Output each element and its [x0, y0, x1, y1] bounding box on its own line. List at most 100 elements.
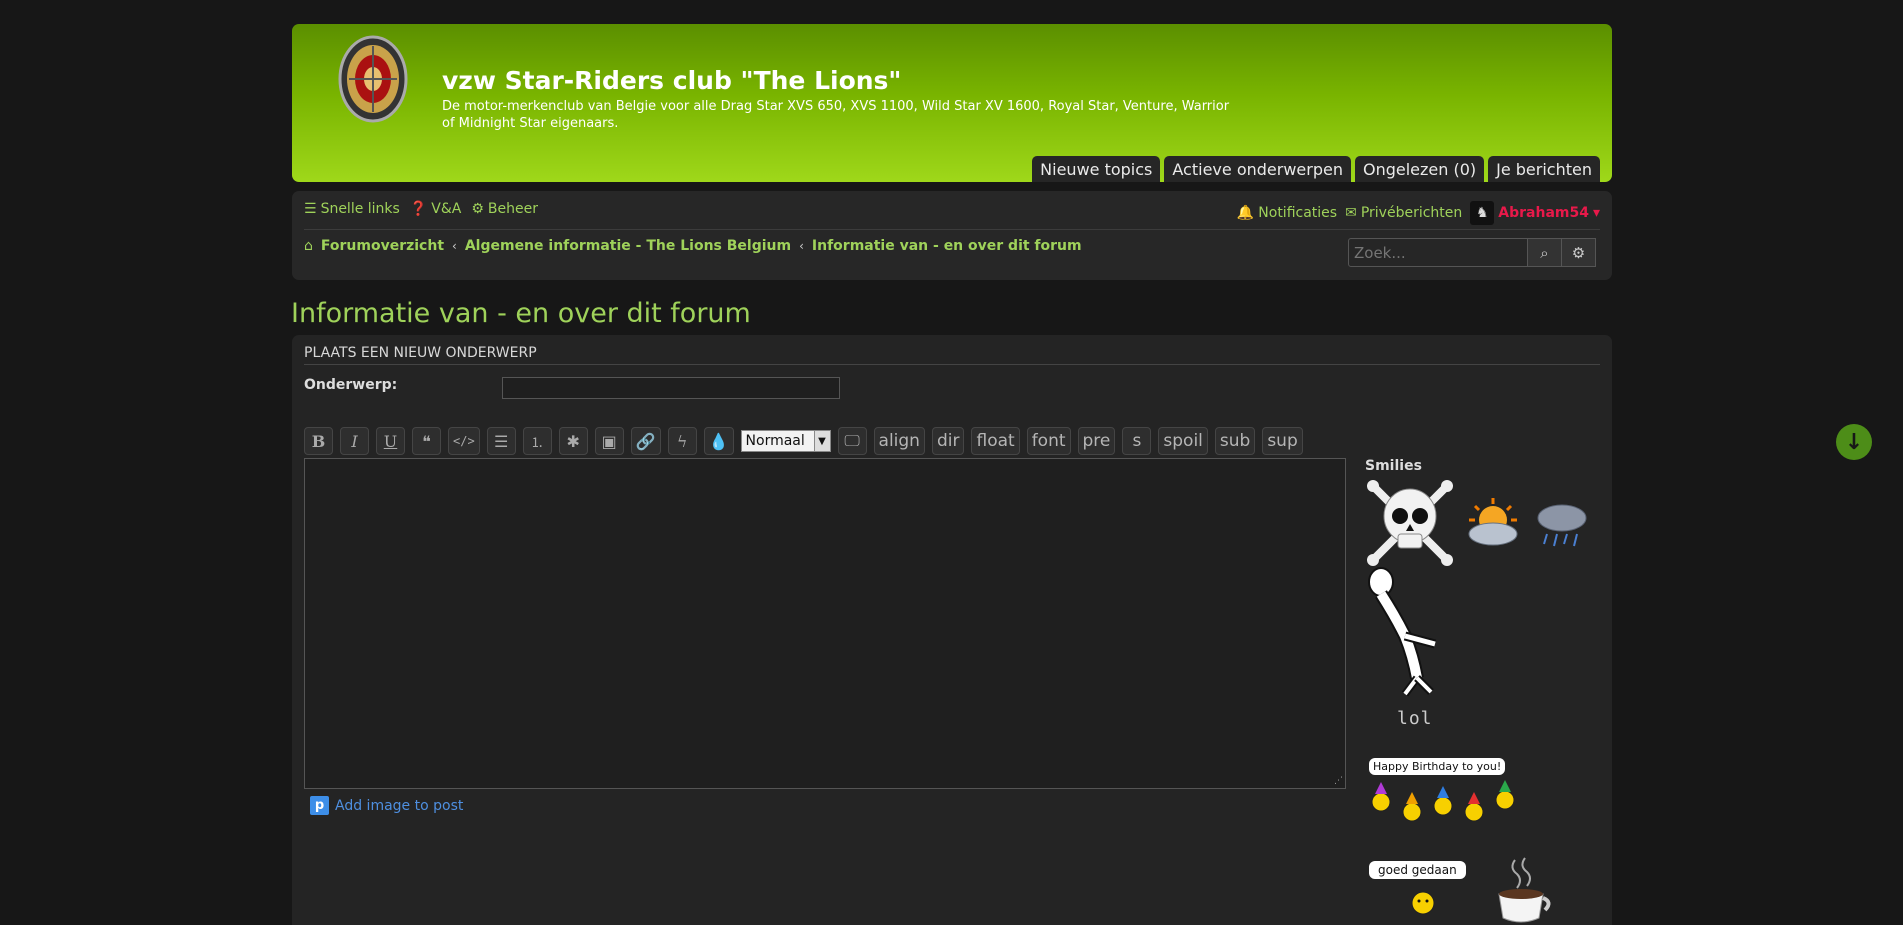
image-button[interactable]: ▣	[594, 427, 624, 455]
droplet-icon: 💧	[708, 431, 729, 451]
private-messages-link[interactable]: ✉ Privéberichten	[1345, 205, 1462, 221]
code-icon: </>	[453, 434, 475, 448]
font-size-value: Normaal	[745, 433, 805, 449]
user-menu[interactable]: ♞ Abraham54 ▾	[1470, 201, 1600, 225]
nav-top-row: ☰ Snelle links ❓ V&A ⚙ Beheer 🔔 Notifica…	[304, 201, 1600, 230]
image-icon: ▣	[601, 431, 617, 451]
gear-icon: ⚙	[1571, 243, 1586, 262]
search-input[interactable]	[1348, 238, 1528, 267]
rain-cloud-smiley-icon[interactable]	[1535, 500, 1589, 554]
post-form-heading: PLAATS EEN NIEUW ONDERWERP	[304, 345, 1600, 365]
resize-grip-icon[interactable]: ⋰	[1334, 776, 1343, 786]
link-button[interactable]: 🔗	[630, 427, 661, 455]
bbcode-align-button[interactable]: align	[873, 427, 925, 455]
bbcode-sup-button[interactable]: sup	[1262, 427, 1303, 455]
bbcode-pre-button[interactable]: pre	[1077, 427, 1116, 455]
quick-tabs: Nieuwe topics Actieve onderwerpen Ongele…	[1032, 156, 1600, 182]
bold-icon: B	[311, 431, 326, 451]
list-item-button[interactable]: ✱	[558, 427, 588, 455]
avatar: ♞	[1470, 201, 1495, 225]
search-icon: ⌕	[1540, 243, 1549, 262]
link-icon: 🔗	[635, 431, 656, 451]
code-button[interactable]: </>	[448, 427, 480, 455]
site-logo[interactable]	[337, 34, 409, 124]
font-size-select[interactable]: Normaal ▼	[740, 430, 831, 452]
faq-link[interactable]: ❓ V&A	[410, 201, 462, 217]
italic-icon: I	[351, 431, 358, 451]
post-form-panel: PLAATS EEN NIEUW ONDERWERP Onderwerp: B …	[292, 335, 1612, 925]
underline-icon: U	[383, 431, 398, 451]
bolt-icon: ϟ	[676, 431, 688, 451]
bbcode-dir-button[interactable]: dir	[931, 427, 965, 455]
search-box: ⌕ ⚙	[1348, 238, 1596, 267]
arrow-down-icon: ↓	[1844, 429, 1864, 455]
italic-button[interactable]: I	[340, 427, 369, 455]
search-button[interactable]: ⌕	[1528, 238, 1562, 267]
navbar: ☰ Snelle links ❓ V&A ⚙ Beheer 🔔 Notifica…	[292, 191, 1612, 280]
smilies-box: Smilies lol Happy Birthday to you! goed …	[1365, 458, 1605, 923]
good-job-speech-bubble: goed gedaan	[1369, 861, 1466, 879]
happy-birthday-smiley-icon[interactable]: Happy Birthday to you!	[1369, 758, 1519, 834]
flash-button[interactable]: ϟ	[667, 427, 697, 455]
caret-down-icon: ▾	[1592, 205, 1600, 221]
add-image-label: Add image to post	[335, 797, 464, 814]
tab-unread[interactable]: Ongelezen (0)	[1354, 156, 1485, 182]
list-icon: ☰	[494, 431, 509, 451]
notifications-label: Notificaties	[1258, 205, 1338, 221]
message-textarea[interactable]: ⋰	[304, 458, 1346, 789]
preview-button[interactable]: 🖵	[837, 427, 867, 455]
list-button[interactable]: ☰	[486, 427, 516, 455]
quick-links-menu[interactable]: ☰ Snelle links	[304, 201, 400, 217]
admin-link[interactable]: ⚙ Beheer	[471, 201, 538, 217]
advanced-search-button[interactable]: ⚙	[1562, 238, 1596, 267]
chevron-down-icon: ▼	[813, 431, 830, 451]
subject-input[interactable]	[502, 377, 840, 399]
gears-icon: ⚙	[471, 201, 484, 217]
bell-icon: 🔔	[1236, 205, 1255, 221]
coffee-cup-smiley-icon[interactable]	[1489, 856, 1553, 925]
tab-active-topics[interactable]: Actieve onderwerpen	[1164, 156, 1351, 182]
bbcode-sub-button[interactable]: sub	[1214, 427, 1256, 455]
breadcrumb-forum[interactable]: Informatie van - en over dit forum	[812, 238, 1082, 254]
chevron-left-icon: ‹	[452, 239, 457, 253]
scroll-down-button[interactable]: ↓	[1836, 424, 1872, 460]
postimage-icon: p	[310, 796, 329, 815]
breadcrumb: ⌂ Forumoverzicht ‹ Algemene informatie -…	[304, 238, 1082, 254]
breadcrumb-category[interactable]: Algemene informatie - The Lions Belgium	[465, 238, 791, 254]
bbcode-spoil-button[interactable]: spoil	[1158, 427, 1208, 455]
bbcode-toolbar: B I U ❝ </> ☰ ⒈ ✱ ▣ 🔗 ϟ 💧 Normaal ▼ 🖵 al…	[304, 427, 1303, 455]
sun-cloud-smiley-icon[interactable]	[1465, 496, 1521, 552]
tab-your-posts[interactable]: Je berichten	[1488, 156, 1600, 182]
site-header: vzw Star-Riders club "The Lions" De moto…	[292, 24, 1612, 182]
dancing-figure-smiley-icon[interactable]	[1365, 566, 1445, 702]
home-icon[interactable]: ⌂	[304, 238, 313, 254]
bbcode-font-button[interactable]: font	[1026, 427, 1071, 455]
good-job-smiley-icon[interactable]: goed gedaan	[1369, 861, 1479, 925]
monitor-icon: 🖵	[844, 431, 860, 450]
quote-icon: ❝	[422, 431, 431, 451]
ordered-list-button[interactable]: ⒈	[522, 427, 552, 455]
private-messages-label: Privéberichten	[1360, 205, 1463, 221]
subject-label: Onderwerp:	[304, 377, 398, 393]
username-label: Abraham54	[1498, 205, 1589, 221]
asterisk-icon: ✱	[566, 431, 580, 451]
bbcode-float-button[interactable]: float	[971, 427, 1020, 455]
add-image-link[interactable]: p Add image to post	[310, 796, 463, 815]
skull-smiley-icon[interactable]	[1365, 476, 1455, 570]
color-button[interactable]: 💧	[703, 427, 734, 455]
site-description: De motor-merkenclub van Belgie voor alle…	[442, 99, 1230, 131]
underline-button[interactable]: U	[376, 427, 405, 455]
bold-button[interactable]: B	[304, 427, 333, 455]
chevron-left-icon: ‹	[799, 239, 804, 253]
smilies-title: Smilies	[1365, 458, 1422, 474]
tab-new-topics[interactable]: Nieuwe topics	[1032, 156, 1161, 182]
breadcrumb-home[interactable]: Forumoverzicht	[321, 238, 444, 254]
page-title[interactable]: Informatie van - en over dit forum	[291, 298, 751, 329]
hamburger-icon: ☰	[304, 201, 317, 217]
site-title[interactable]: vzw Star-Riders club "The Lions"	[442, 66, 901, 95]
admin-label: Beheer	[487, 201, 538, 217]
notifications-link[interactable]: 🔔 Notificaties	[1237, 205, 1337, 221]
quote-button[interactable]: ❝	[412, 427, 441, 455]
lol-smiley-icon[interactable]: lol	[1397, 708, 1433, 729]
bbcode-s-button[interactable]: s	[1122, 427, 1152, 455]
